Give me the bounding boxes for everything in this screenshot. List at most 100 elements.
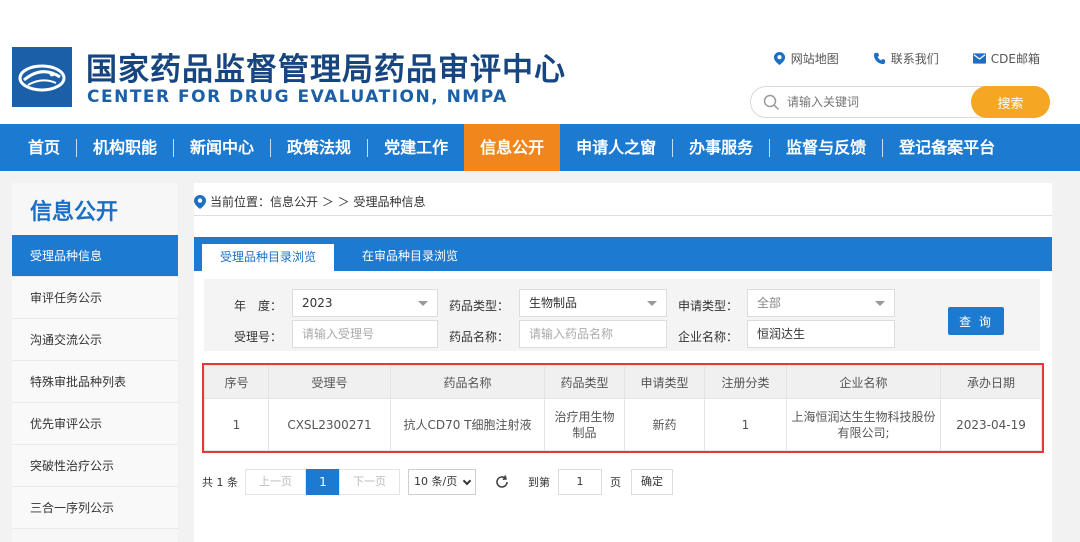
sidebar-item-review-tasks[interactable]: 审评任务公示 <box>12 277 178 319</box>
drug-name-label: 药品名称： <box>449 330 510 344</box>
year-select[interactable]: 2023 <box>292 289 438 317</box>
nav-item-news[interactable]: 新闻中心 <box>174 124 270 171</box>
breadcrumb: 当前位置：信息公开 ＞ ＞ 受理品种信息 <box>194 193 425 210</box>
drug-type-label: 药品类型： <box>449 299 510 313</box>
apply-type-select[interactable]: 全部 <box>747 289 895 317</box>
cell-company: 上海恒润达生生物科技股份有限公司; <box>786 398 941 451</box>
sitemap-link[interactable]: 网站地图 <box>773 50 839 67</box>
nav-item-functions[interactable]: 机构职能 <box>77 124 173 171</box>
drug-type-select-value: 生物制品 <box>529 296 578 310</box>
goto-label: 到第 <box>528 476 550 489</box>
tab-bar: 受理品种目录浏览 在审品种目录浏览 <box>194 237 1052 271</box>
site-search: 搜索 <box>750 86 1050 118</box>
goto-page-input[interactable]: 1 <box>558 469 602 495</box>
drug-type-select[interactable]: 生物制品 <box>519 289 667 317</box>
page-unit-label: 页 <box>610 476 621 489</box>
location-pin-icon <box>773 52 785 65</box>
goto-confirm-button[interactable]: 确定 <box>631 469 673 495</box>
mail-label: CDE邮箱 <box>990 52 1040 66</box>
company-input[interactable]: 恒润达生 <box>747 320 895 348</box>
accept-no-label: 受理号： <box>234 330 283 344</box>
company-label: 企业名称： <box>678 330 739 344</box>
sidebar: 信息公开 受理品种信息 审评任务公示 沟通交流公示 特殊审批品种列表 优先审评公… <box>12 183 178 542</box>
col-header-company: 企业名称 <box>786 365 941 399</box>
site-title-cn: 国家药品监督管理局药品审评中心 <box>86 52 566 88</box>
contact-label: 联系我们 <box>890 52 939 66</box>
year-label: 年 度： <box>234 299 283 313</box>
table-row[interactable]: 1 CXSL2300271 抗人CD70 T细胞注射液 治疗用生物制品 新药 1… <box>204 398 1042 451</box>
page: 国家药品监督管理局药品审评中心 CENTER FOR DRUG EVALUATI… <box>0 0 1080 542</box>
filter-panel: 年 度： 2023 药品类型： 生物制品 申请类型： 全部 受理号： 请输入受理… <box>204 279 1040 351</box>
nav-item-applicant[interactable]: 申请人之窗 <box>560 124 672 171</box>
contact-link[interactable]: 联系我们 <box>873 50 939 67</box>
main-panel: 当前位置：信息公开 ＞ ＞ 受理品种信息 受理品种目录浏览 在审品种目录浏览 年… <box>194 183 1052 542</box>
top-links: 网站地图 联系我们 CDE邮箱 <box>773 50 1040 67</box>
nav-item-policy[interactable]: 政策法规 <box>271 124 367 171</box>
nav-item-services[interactable]: 办事服务 <box>673 124 769 171</box>
apply-type-label: 申请类型： <box>678 299 739 313</box>
table-header-row: 序号 受理号 药品名称 药品类型 申请类型 注册分类 企业名称 承办日期 <box>204 365 1042 399</box>
sidebar-item-three-in-one[interactable]: 三合一序列公示 <box>12 487 178 529</box>
nav-item-registration[interactable]: 登记备案平台 <box>883 124 1011 171</box>
sidebar-item-communication[interactable]: 沟通交流公示 <box>12 319 178 361</box>
page-size-select[interactable]: 10 条/页 <box>408 469 476 495</box>
site-header: 国家药品监督管理局药品审评中心 CENTER FOR DRUG EVALUATI… <box>0 0 1080 124</box>
breadcrumb-text: 当前位置：信息公开 ＞ ＞ 受理品种信息 <box>210 195 426 209</box>
chevron-down-icon <box>647 301 657 306</box>
chevron-down-icon <box>875 301 885 306</box>
current-page-button[interactable]: 1 <box>306 469 340 495</box>
search-icon <box>763 94 780 111</box>
phone-icon <box>873 52 885 65</box>
accept-no-input[interactable]: 请输入受理号 <box>292 320 438 348</box>
apply-type-select-value: 全部 <box>757 296 782 310</box>
sidebar-item-accepted-drugs[interactable]: 受理品种信息 <box>12 235 178 277</box>
search-button[interactable]: 搜索 <box>971 86 1050 118</box>
prev-page-button[interactable]: 上一页 <box>245 469 306 495</box>
breadcrumb-divider <box>194 215 1052 216</box>
cde-logo[interactable] <box>12 47 72 107</box>
cell-drug-type: 治疗用生物制品 <box>544 398 625 451</box>
tab-accepted-catalog[interactable]: 受理品种目录浏览 <box>202 242 335 271</box>
col-header-drug-type: 药品类型 <box>544 365 625 399</box>
chevron-down-icon <box>418 301 428 306</box>
query-button[interactable]: 查 询 <box>948 307 1004 335</box>
col-header-index: 序号 <box>204 365 269 399</box>
nav-item-party[interactable]: 党建工作 <box>368 124 464 171</box>
cell-accept-no: CXSL2300271 <box>268 398 391 451</box>
col-header-apply-type: 申请类型 <box>624 365 705 399</box>
year-select-value: 2023 <box>302 296 333 310</box>
site-title-en: CENTER FOR DRUG EVALUATION, NMPA <box>87 87 508 107</box>
mail-icon <box>972 53 986 64</box>
nav-item-info-disclosure[interactable]: 信息公开 <box>464 124 561 171</box>
refresh-icon[interactable] <box>494 474 510 490</box>
total-count: 共 1 条 <box>202 476 238 489</box>
location-pin-icon <box>194 194 206 209</box>
cell-drug-name: 抗人CD70 T细胞注射液 <box>390 398 545 451</box>
col-header-date: 承办日期 <box>940 365 1042 399</box>
sidebar-item-special-approval[interactable]: 特殊审批品种列表 <box>12 361 178 403</box>
mail-link[interactable]: CDE邮箱 <box>972 50 1040 67</box>
results-table: 序号 受理号 药品名称 药品类型 申请类型 注册分类 企业名称 承办日期 1 C… <box>204 365 1042 451</box>
pagination: 共 1 条 上一页 1 下一页 10 条/页 到第 1 页 确定 <box>202 469 673 495</box>
results-table-highlight: 序号 受理号 药品名称 药品类型 申请类型 注册分类 企业名称 承办日期 1 C… <box>202 363 1044 453</box>
cell-index: 1 <box>204 398 269 451</box>
search-input[interactable] <box>787 91 967 113</box>
sidebar-item-priority-review[interactable]: 优先审评公示 <box>12 403 178 445</box>
main-nav: 首页 机构职能 新闻中心 政策法规 党建工作 信息公开 申请人之窗 办事服务 监… <box>0 124 1080 171</box>
tab-under-review-catalog[interactable]: 在审品种目录浏览 <box>344 242 476 271</box>
logo-emblem-icon <box>12 47 72 107</box>
col-header-accept-no: 受理号 <box>268 365 391 399</box>
page-size-value: 10 条/页 <box>414 475 458 488</box>
col-header-drug-name: 药品名称 <box>390 365 545 399</box>
sitemap-label: 网站地图 <box>790 52 839 66</box>
next-page-button[interactable]: 下一页 <box>339 469 400 495</box>
drug-name-input[interactable]: 请输入药品名称 <box>519 320 667 348</box>
chevron-down-icon <box>462 476 472 486</box>
cell-apply-type: 新药 <box>624 398 705 451</box>
nav-item-supervision[interactable]: 监督与反馈 <box>770 124 882 171</box>
cell-reg-class: 1 <box>704 398 787 451</box>
col-header-reg-class: 注册分类 <box>704 365 787 399</box>
nav-item-home[interactable]: 首页 <box>12 124 76 171</box>
sidebar-title: 信息公开 <box>12 183 178 235</box>
sidebar-item-breakthrough[interactable]: 突破性治疗公示 <box>12 445 178 487</box>
